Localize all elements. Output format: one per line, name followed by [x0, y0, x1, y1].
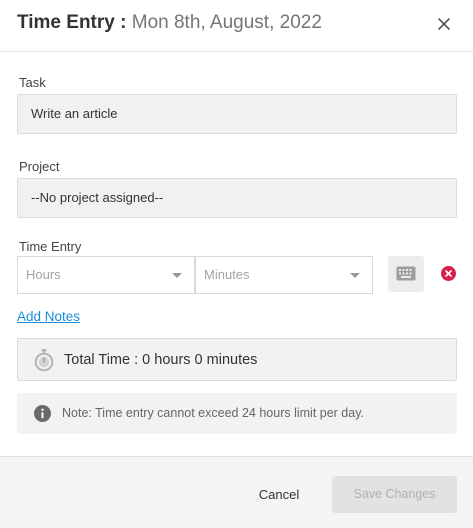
- hours-chevron-down-icon: [172, 273, 182, 278]
- stopwatch-icon: [34, 349, 54, 372]
- hours-select[interactable]: Hours: [17, 256, 195, 294]
- total-time-text: Total Time : 0 hours 0 minutes: [64, 352, 258, 368]
- minutes-placeholder: Minutes: [204, 267, 250, 282]
- project-field: --No project assigned--: [17, 178, 457, 218]
- dialog-header: Time Entry : Mon 8th, August, 2022: [0, 0, 473, 52]
- minutes-select[interactable]: Minutes: [195, 256, 373, 294]
- dialog-title-date: Mon 8th, August, 2022: [131, 12, 322, 33]
- dialog-title: Time Entry : Mon 8th, August, 2022: [17, 11, 322, 35]
- total-time-box: Total Time : 0 hours 0 minutes: [17, 338, 457, 381]
- info-icon: [34, 405, 51, 422]
- remove-time-entry-button[interactable]: [441, 266, 456, 281]
- hours-placeholder: Hours: [26, 267, 61, 282]
- add-notes-link[interactable]: Add Notes: [17, 308, 80, 325]
- note-text: Note: Time entry cannot exceed 24 hours …: [62, 406, 365, 420]
- project-label: Project: [19, 159, 60, 174]
- task-field: Write an article: [17, 94, 457, 134]
- keyboard-icon: [396, 266, 416, 281]
- keyboard-input-button[interactable]: [388, 256, 424, 292]
- task-label: Task: [19, 75, 46, 90]
- dialog-title-label: Time Entry :: [17, 12, 127, 33]
- cancel-button[interactable]: Cancel: [247, 476, 311, 513]
- save-changes-button[interactable]: Save Changes: [332, 476, 457, 513]
- note-box: Note: Time entry cannot exceed 24 hours …: [17, 393, 457, 434]
- time-entry-label: Time Entry: [19, 239, 82, 254]
- minutes-chevron-down-icon: [350, 273, 360, 278]
- close-icon[interactable]: [435, 15, 453, 33]
- remove-circle-icon: [441, 266, 456, 281]
